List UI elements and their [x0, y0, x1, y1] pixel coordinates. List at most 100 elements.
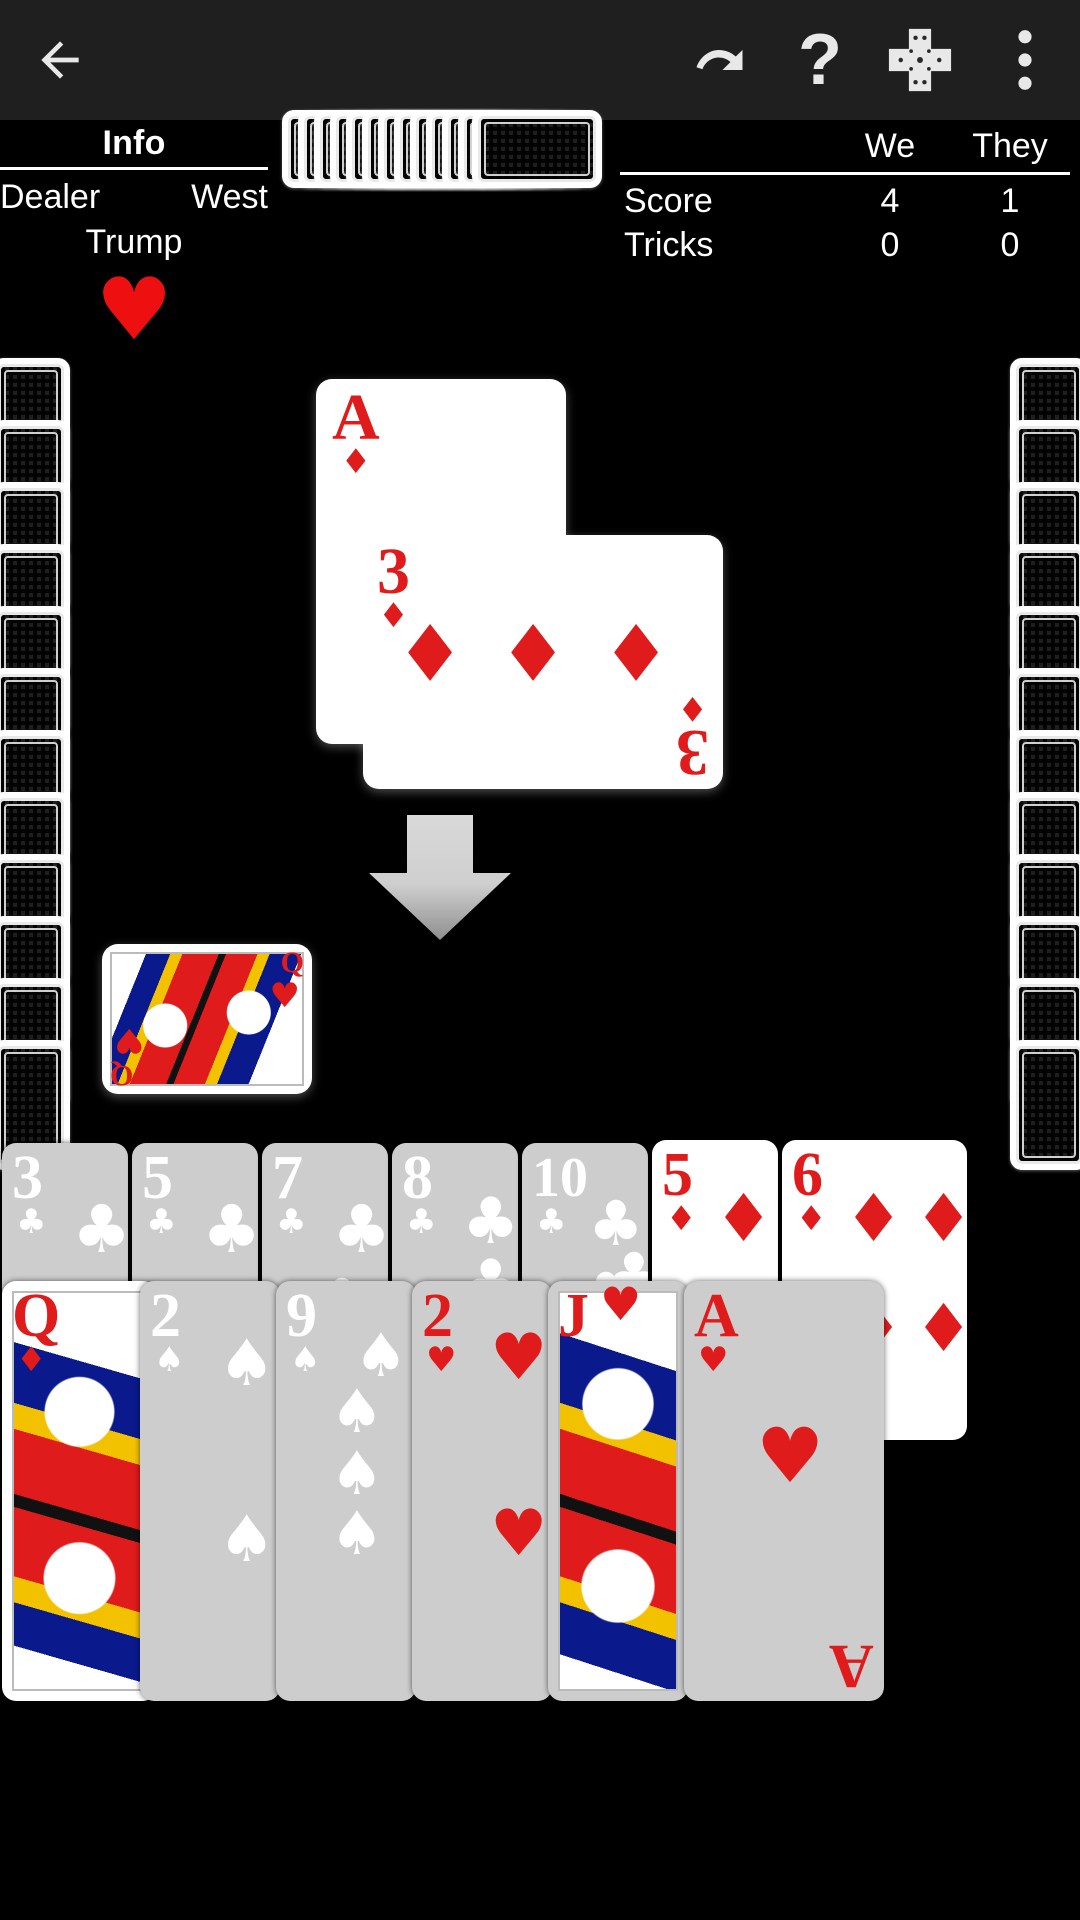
hand-card-suit: ♣: [536, 1202, 567, 1242]
score-col-they: They: [972, 127, 1048, 165]
played-card-north: A ♦: [316, 379, 566, 744]
overflow-menu-icon: [1018, 30, 1032, 90]
hand-card-suit: ♣: [16, 1202, 47, 1242]
hand-card-jack-hearts[interactable]: J ♥: [548, 1281, 688, 1701]
cards-button[interactable]: [870, 0, 970, 120]
hand-card-suit: ♦: [666, 1199, 697, 1239]
score-header-row: We They: [620, 124, 1070, 168]
dealer-value: West: [191, 178, 268, 216]
help-button[interactable]: ?: [770, 0, 870, 120]
info-panel[interactable]: Info Dealer West Trump ♥: [0, 124, 268, 360]
hand-card-9-spades[interactable]: 9 ♠ ♠ ♠ ♠ ♠: [276, 1281, 416, 1701]
played-west-rank: Q: [280, 946, 304, 979]
played-east-rank-corner2: 3: [377, 535, 410, 608]
played-north-rank: A: [332, 381, 380, 454]
hand-card-suit: ♦: [16, 1340, 47, 1380]
hand-card-rank: 10: [532, 1147, 588, 1209]
score-they-value: 1: [1000, 182, 1020, 220]
hand-card-rank: J: [558, 1282, 589, 1350]
hand-card-2-hearts[interactable]: 2 ♥ ♥ ♥: [412, 1281, 552, 1701]
score-row-tricks: Tricks 0 0: [620, 223, 1070, 267]
hand-card-pip: ♦: [714, 1180, 774, 1257]
hand-card-pip: ♥: [490, 1321, 548, 1395]
hand-card-suit: ♣: [406, 1202, 437, 1242]
hand-card-rank: 2: [422, 1282, 453, 1350]
hand-card-suit: ♥: [698, 1340, 729, 1380]
undo-icon: [696, 50, 743, 70]
player-hand: 3 ♣ ♣ ♣ 5 ♣ ♣ ♣ 7 ♣ ♣ ♣ ♣ 8 ♣ ♣ ♣ ♣ 10 ♣…: [0, 1140, 1080, 1920]
hand-card-pip: ♦: [914, 1180, 967, 1257]
hand-card-pip: ♠: [330, 1499, 384, 1569]
overflow-menu-button[interactable]: [970, 0, 1080, 120]
hand-card-rank: 5: [142, 1144, 173, 1212]
hand-card-rank: 6: [792, 1141, 823, 1209]
cards-cross-icon: [888, 28, 952, 92]
help-question-icon: ?: [798, 20, 842, 100]
back-button[interactable]: [0, 0, 120, 120]
tricks-we-value: 0: [880, 226, 900, 264]
hand-card-ace-hearts[interactable]: A ♥ ♥ A: [684, 1281, 884, 1701]
played-east-pip: ♦: [601, 605, 671, 695]
played-west-suit-corner2: ♥: [114, 1020, 145, 1060]
hand-card-pip: ♥: [756, 1411, 825, 1500]
hand-card-rank: 5: [662, 1141, 693, 1209]
lead-direction-arrow: [369, 815, 511, 940]
score-row-label: Score: [624, 182, 713, 220]
played-card-west: Q ♥ Q ♥: [102, 944, 312, 1094]
hand-card-rank: 8: [402, 1144, 433, 1212]
hand-card-pip: ♥: [490, 1497, 548, 1571]
jack-hearts-face-art: [558, 1291, 678, 1691]
arrow-back-icon: [41, 41, 79, 79]
hand-card-pip: ♦: [914, 1290, 967, 1367]
hand-card-queen-diamonds[interactable]: Q ♦: [2, 1281, 157, 1701]
app-toolbar: ?: [0, 0, 1080, 120]
score-panel[interactable]: We They Score 4 1 Tricks 0 0: [620, 124, 1070, 267]
played-west-suit: ♥: [269, 976, 300, 1016]
played-north-suit: ♦: [340, 442, 372, 482]
score-row-score: Score 4 1: [620, 179, 1070, 223]
hand-card-pip: ♠: [218, 1327, 276, 1401]
played-east-suit-corner2: ♦: [378, 596, 409, 636]
score-divider: [620, 172, 1070, 175]
deck-card-back: [472, 110, 602, 188]
hand-card-suit: ♥: [600, 1281, 642, 1331]
hand-card-suit: ♣: [146, 1202, 177, 1242]
score-we-value: 4: [880, 182, 900, 220]
dealer-label: Dealer: [0, 178, 101, 216]
hand-card-rank: 2: [150, 1282, 181, 1350]
trump-label: Trump: [85, 223, 183, 261]
played-east-pip: ♦: [395, 605, 465, 695]
score-corner-cell: [620, 124, 830, 168]
trump-suit-icon: ♥: [95, 260, 173, 360]
hand-card-pip: ♣: [332, 1191, 388, 1268]
hand-card-rank-corner2: A: [829, 1632, 874, 1700]
played-east-suit: ♦: [677, 688, 708, 728]
hand-card-rank: 7: [272, 1144, 303, 1212]
hand-card-suit: ♠: [290, 1340, 321, 1380]
tricks-row-label: Tricks: [624, 226, 714, 264]
hand-card-suit: ♥: [426, 1340, 457, 1380]
hand-card-rank: 9: [286, 1282, 317, 1350]
hand-card-suit: ♣: [276, 1202, 307, 1242]
hand-card-suit: ♦: [796, 1199, 827, 1239]
undo-button[interactable]: [670, 0, 770, 120]
hand-card-pip: ♣: [72, 1191, 128, 1268]
played-card-east: 3 ♦ 3 ♦ ♦ ♦ ♦: [363, 535, 723, 789]
dealer-row: Dealer West: [0, 170, 268, 217]
hand-card-pip: ♠: [330, 1377, 384, 1447]
info-title: Info: [102, 124, 166, 162]
hand-card-rank: A: [694, 1282, 739, 1350]
hand-card-rank: 3: [12, 1144, 43, 1212]
hand-card-pip: ♣: [202, 1191, 258, 1268]
score-col-we: We: [864, 127, 916, 165]
hand-card-pip: ♠: [218, 1503, 276, 1577]
played-east-pip: ♦: [498, 605, 568, 695]
tricks-they-value: 0: [1000, 226, 1020, 264]
hand-card-2-spades[interactable]: 2 ♠ ♠ ♠: [140, 1281, 280, 1701]
queen-hearts-face-art: [110, 952, 304, 1086]
played-west-rank-corner2: Q: [110, 1059, 134, 1092]
played-east-rank: 3: [676, 716, 709, 789]
hand-card-suit: ♠: [154, 1340, 185, 1380]
hand-card-rank: Q: [12, 1282, 61, 1350]
deck-pile: [282, 110, 602, 188]
